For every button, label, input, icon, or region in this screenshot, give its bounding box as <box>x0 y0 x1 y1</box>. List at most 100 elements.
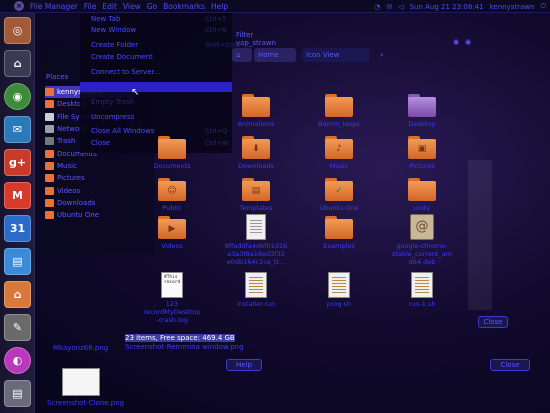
file-item-documents[interactable]: Documents <box>143 136 201 170</box>
clock[interactable]: Sun Aug 21 23:08:41 <box>410 3 484 11</box>
menu-item-uncompress[interactable]: Uncompress <box>91 113 134 121</box>
drive-icon <box>45 112 54 121</box>
menu-item-new-window[interactable]: New Window <box>91 26 136 34</box>
screenshot-thumbnail-icon[interactable] <box>62 368 100 396</box>
status-secondary: Screenshot-Remmina window.png <box>125 342 244 351</box>
script-icon <box>328 272 350 298</box>
menu-item-create-folder[interactable]: Create Folder <box>91 41 138 49</box>
volume-icon[interactable]: ◁ <box>398 3 403 11</box>
public-folder-icon: ☺ <box>158 178 186 202</box>
maximize-icon[interactable]: ◉ <box>464 38 472 46</box>
file-item-hash-file[interactable]: 8ffaddfa4d6f01d16 a3a3f8a16ed3f32 e0db16… <box>222 214 290 266</box>
launcher-home-folder[interactable]: ⌂ <box>4 281 31 308</box>
sidebar-item-music[interactable]: Music <box>45 160 135 172</box>
folder-icon <box>158 136 186 160</box>
file-item-chrome-deb[interactable]: @ google-chrome-stable_current_amd64.deb <box>390 214 454 266</box>
close-button[interactable]: Close <box>490 359 530 371</box>
file-label: google-chrome-stable_current_amd64.deb <box>391 242 453 266</box>
menu-item-empty-trash[interactable]: Empty Trash <box>91 98 134 106</box>
shortcut-label: Shift+Ctrl+N <box>205 41 248 49</box>
sidebar-item-downloads[interactable]: Downloads <box>45 197 135 209</box>
mail-icon[interactable]: ✉ <box>386 3 392 11</box>
file-item-ubuntu-one[interactable]: ✓ Ubuntu One <box>310 178 368 212</box>
sidebar-item-videos[interactable]: Videos <box>45 184 135 196</box>
launcher-chrome[interactable]: ◉ <box>4 83 31 110</box>
menu-view[interactable]: View <box>123 2 141 11</box>
menu-edit[interactable]: Edit <box>102 2 117 11</box>
menu-item-connect-server[interactable]: Connect to Server... <box>91 68 160 76</box>
menu-file[interactable]: File <box>84 2 97 11</box>
file-item-downloads[interactable]: ⬇ Downloads <box>227 136 285 170</box>
search-icon: ⌕ <box>380 50 384 59</box>
home-folder-icon: ⌂ <box>13 288 22 301</box>
file-label: Music <box>329 162 349 170</box>
toolbar: ⌂ Home Icon View ⌕ <box>232 48 472 64</box>
file-item-pictures[interactable]: ▣ Pictures <box>393 136 451 170</box>
network-icon <box>45 125 54 134</box>
launcher-files[interactable]: ⌂ <box>4 50 31 77</box>
desktop-folder-icon <box>408 94 436 118</box>
text-file-icon: #This record <box>161 272 183 298</box>
file-label: Templates <box>239 204 273 212</box>
close-window-button[interactable]: × <box>14 1 24 11</box>
file-item-unity[interactable]: unity <box>393 178 451 212</box>
file-item-public[interactable]: ☺ Public <box>143 178 201 212</box>
calendar-icon: 31 <box>9 222 26 235</box>
folder-icon <box>242 94 270 118</box>
menu-go[interactable]: Go <box>147 2 157 11</box>
sidebar-item-ubuntu-one[interactable]: Ubuntu One <box>45 209 135 221</box>
sidebar-item-label: Pictures <box>57 174 85 183</box>
file-item-installer[interactable]: installer.run <box>227 272 285 308</box>
sidebar-item-pictures[interactable]: Pictures <box>45 172 135 184</box>
menu-item-close[interactable]: Close <box>91 139 110 147</box>
launcher-printer[interactable]: ▤ <box>4 380 31 407</box>
dash-icon: ◎ <box>12 24 23 37</box>
launcher-photo[interactable]: ✉ <box>4 116 31 143</box>
menu-item-new-tab[interactable]: New Tab <box>91 15 120 23</box>
desktop-item-label[interactable]: Screenshot-Clone.png <box>47 399 124 407</box>
help-button[interactable]: Help <box>226 359 262 371</box>
folder-icon <box>45 174 54 183</box>
file-item-videos[interactable]: ▶ Videos <box>143 216 201 250</box>
user-menu[interactable]: kennystrawn <box>490 3 535 11</box>
file-item-bamm-loops[interactable]: Bamm_loops <box>310 94 368 128</box>
wifi-icon[interactable]: ◔ <box>374 3 380 11</box>
menu-item-close-all[interactable]: Close All Windows <box>91 127 154 135</box>
menu-item-create-document[interactable]: Create Document <box>91 53 153 61</box>
file-item-examples[interactable]: Examples <box>310 216 368 250</box>
launcher-dash[interactable]: ◎ <box>4 17 31 44</box>
menu-bookmarks[interactable]: Bookmarks <box>163 2 205 11</box>
file-item-animations[interactable]: Animations <box>227 94 285 128</box>
file-item-crash-log[interactable]: #This record 123 recordMyDesktop-crash.lo… <box>143 272 201 324</box>
launcher-color[interactable]: ◐ <box>4 347 31 374</box>
folder-icon <box>45 161 54 170</box>
top-panel: × File Manager File Edit View Go Bookmar… <box>0 0 550 13</box>
launcher-google-plus[interactable]: g+ <box>4 149 31 176</box>
minimize-icon[interactable]: ◉ <box>452 38 460 46</box>
file-label: 8ffaddfa4d6f01d16 a3a3f8a16ed3f32 e0db16… <box>224 242 288 266</box>
file-item-prog-sh[interactable]: prog.sh <box>310 272 368 308</box>
file-label: prog.sh <box>326 300 352 308</box>
status-bar: 23 items, Free space: 469.4 GB Screensho… <box>125 334 255 351</box>
file-item-run-sh[interactable]: run-1.sh <box>393 272 451 308</box>
printer-icon: ▤ <box>12 387 23 400</box>
launcher-docs[interactable]: ▤ <box>4 248 31 275</box>
close-top-button[interactable]: Close <box>478 316 508 328</box>
launcher-gmail[interactable]: M <box>4 182 31 209</box>
file-label: run-1.sh <box>408 300 436 308</box>
power-icon[interactable]: ⏻ <box>540 2 546 11</box>
location-button[interactable]: Home <box>254 48 296 62</box>
menu-highlight <box>80 82 232 92</box>
folder-icon <box>325 94 353 118</box>
menu-help[interactable]: Help <box>211 2 228 11</box>
launcher-text-editor[interactable]: ✎ <box>4 314 31 341</box>
document-icon <box>246 214 266 240</box>
view-select[interactable]: Icon View <box>302 48 370 62</box>
file-item-desktop[interactable]: Desktop <box>393 94 451 128</box>
search-button[interactable]: ⌕ <box>376 48 396 62</box>
file-item-templates[interactable]: ▤ Templates <box>227 178 285 212</box>
launcher-calendar[interactable]: 31 <box>4 215 31 242</box>
home-location-button[interactable]: ⌂ <box>232 48 252 62</box>
desktop-item-label[interactable]: Mkayonz66.png <box>53 344 108 352</box>
file-item-music[interactable]: ♪ Music <box>310 136 368 170</box>
